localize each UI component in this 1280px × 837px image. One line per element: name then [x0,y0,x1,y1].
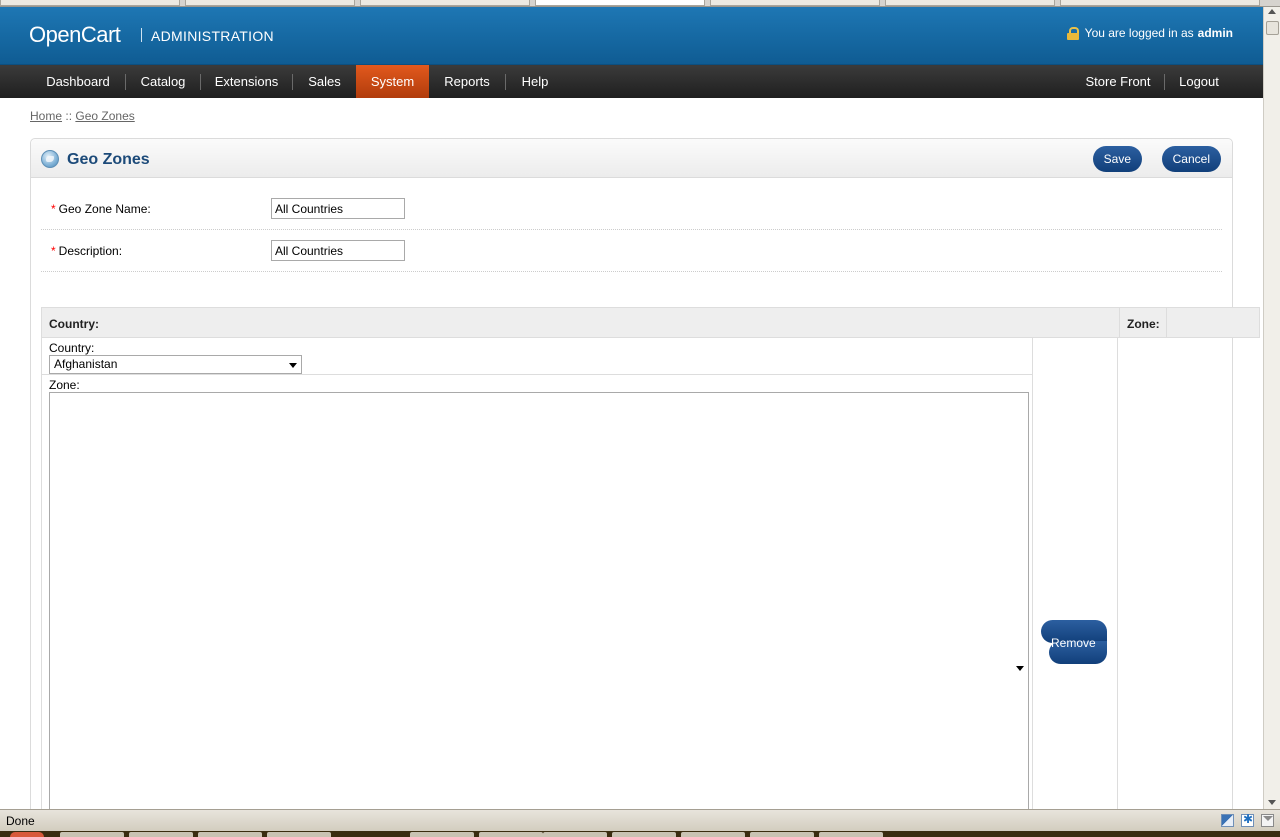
logo-divider [141,28,142,42]
form-row-geo-zone-name: * Geo Zone Name: [41,188,1222,230]
globe-icon [41,150,59,168]
browser-tab[interactable] [360,0,530,6]
nav-logout[interactable]: Logout [1165,65,1233,98]
browser-tab[interactable] [885,0,1055,6]
zone-select-label: Zone: [49,378,80,392]
nav-system[interactable]: System [356,65,429,98]
lock-icon [1066,26,1079,40]
os-taskbar [0,831,1280,837]
login-prefix: You are logged in as [1084,26,1194,40]
column-divider [1119,308,1120,337]
taskbar-item[interactable] [681,832,745,837]
taskbar-item[interactable] [543,832,607,837]
nav-reports[interactable]: Reports [429,65,505,98]
nav-dashboard[interactable]: Dashboard [31,65,125,98]
geo-zone-name-label: * Geo Zone Name: [51,202,151,216]
login-status: You are logged in as admin [1066,26,1233,40]
browser-status-bar: Done [0,809,1280,831]
column-country: Country: [49,317,99,331]
nav-store-front[interactable]: Store Front [1072,65,1164,98]
breadcrumb-geo-zones[interactable]: Geo Zones [75,109,134,123]
page-info-icon[interactable] [1221,814,1234,827]
login-username: admin [1197,26,1233,40]
remove-button[interactable]: Remove [1041,620,1107,664]
zone-row-action-cell: Remove [1033,338,1118,809]
taskbar-item[interactable] [750,832,814,837]
dropdown-arrow-icon[interactable] [1016,666,1024,671]
breadcrumb-home[interactable]: Home [30,109,62,123]
breadcrumb-separator: :: [65,109,73,123]
browser-tab[interactable] [1060,0,1260,6]
addon-icon[interactable] [1241,812,1254,827]
status-text: Done [6,814,35,828]
column-divider [1166,308,1167,337]
description-input[interactable] [271,240,405,261]
country-select[interactable]: Afghanistan [49,355,302,374]
taskbar-item[interactable] [129,832,193,837]
browser-tab-strip [0,0,1280,7]
required-mark: * [51,244,56,258]
column-zone: Zone: [1127,317,1160,331]
nav-extensions[interactable]: Extensions [201,65,292,98]
description-label: * Description: [51,244,123,258]
zone-row-country-cell: Country: Afghanistan Zone: [41,338,1033,812]
taskbar-item[interactable] [198,832,262,837]
cell-divider [42,374,1033,375]
page-title: Geo Zones [67,151,150,168]
taskbar-item[interactable] [612,832,676,837]
start-button[interactable] [10,832,44,837]
zone-table-header: Country: Zone: [41,307,1260,338]
required-mark: * [51,202,56,216]
breadcrumb: Home :: Geo Zones [30,109,135,123]
save-button[interactable]: Save [1092,146,1142,172]
taskbar-item[interactable] [819,832,883,837]
remove-button-label: Remove [1051,636,1096,650]
geo-zone-name-input[interactable] [271,198,405,219]
logo[interactable]: OpenCart [29,22,121,48]
scroll-up-icon[interactable] [1268,9,1276,14]
box-heading: Geo Zones Save Cancel [31,139,1232,178]
taskbar-item[interactable] [60,832,124,837]
scroll-down-icon[interactable] [1268,800,1276,805]
logo-subtitle: ADMINISTRATION [151,28,274,44]
taskbar-item[interactable] [479,832,543,837]
nav-sales[interactable]: Sales [293,65,356,98]
browser-tab-active[interactable] [535,0,705,6]
country-select-label: Country: [49,341,95,355]
country-selected-value: Afghanistan [54,357,118,371]
browser-tab[interactable] [0,0,180,6]
admin-header: OpenCart ADMINISTRATION You are logged i… [0,7,1263,64]
taskbar-item[interactable] [410,832,474,837]
browser-tab[interactable] [185,0,355,6]
zone-multi-select[interactable] [49,392,1029,812]
browser-tab[interactable] [710,0,880,6]
taskbar-item[interactable] [267,832,331,837]
mail-icon[interactable] [1261,814,1274,827]
form-row-description: * Description: [41,230,1222,272]
cancel-button[interactable]: Cancel [1161,146,1221,172]
vertical-scrollbar[interactable] [1263,7,1280,809]
scrollbar-thumb[interactable] [1266,21,1279,35]
dropdown-arrow-icon[interactable] [289,363,297,368]
nav-help[interactable]: Help [506,65,564,98]
main-nav: Dashboard Catalog Extensions Sales Syste… [0,64,1263,98]
nav-catalog[interactable]: Catalog [126,65,200,98]
